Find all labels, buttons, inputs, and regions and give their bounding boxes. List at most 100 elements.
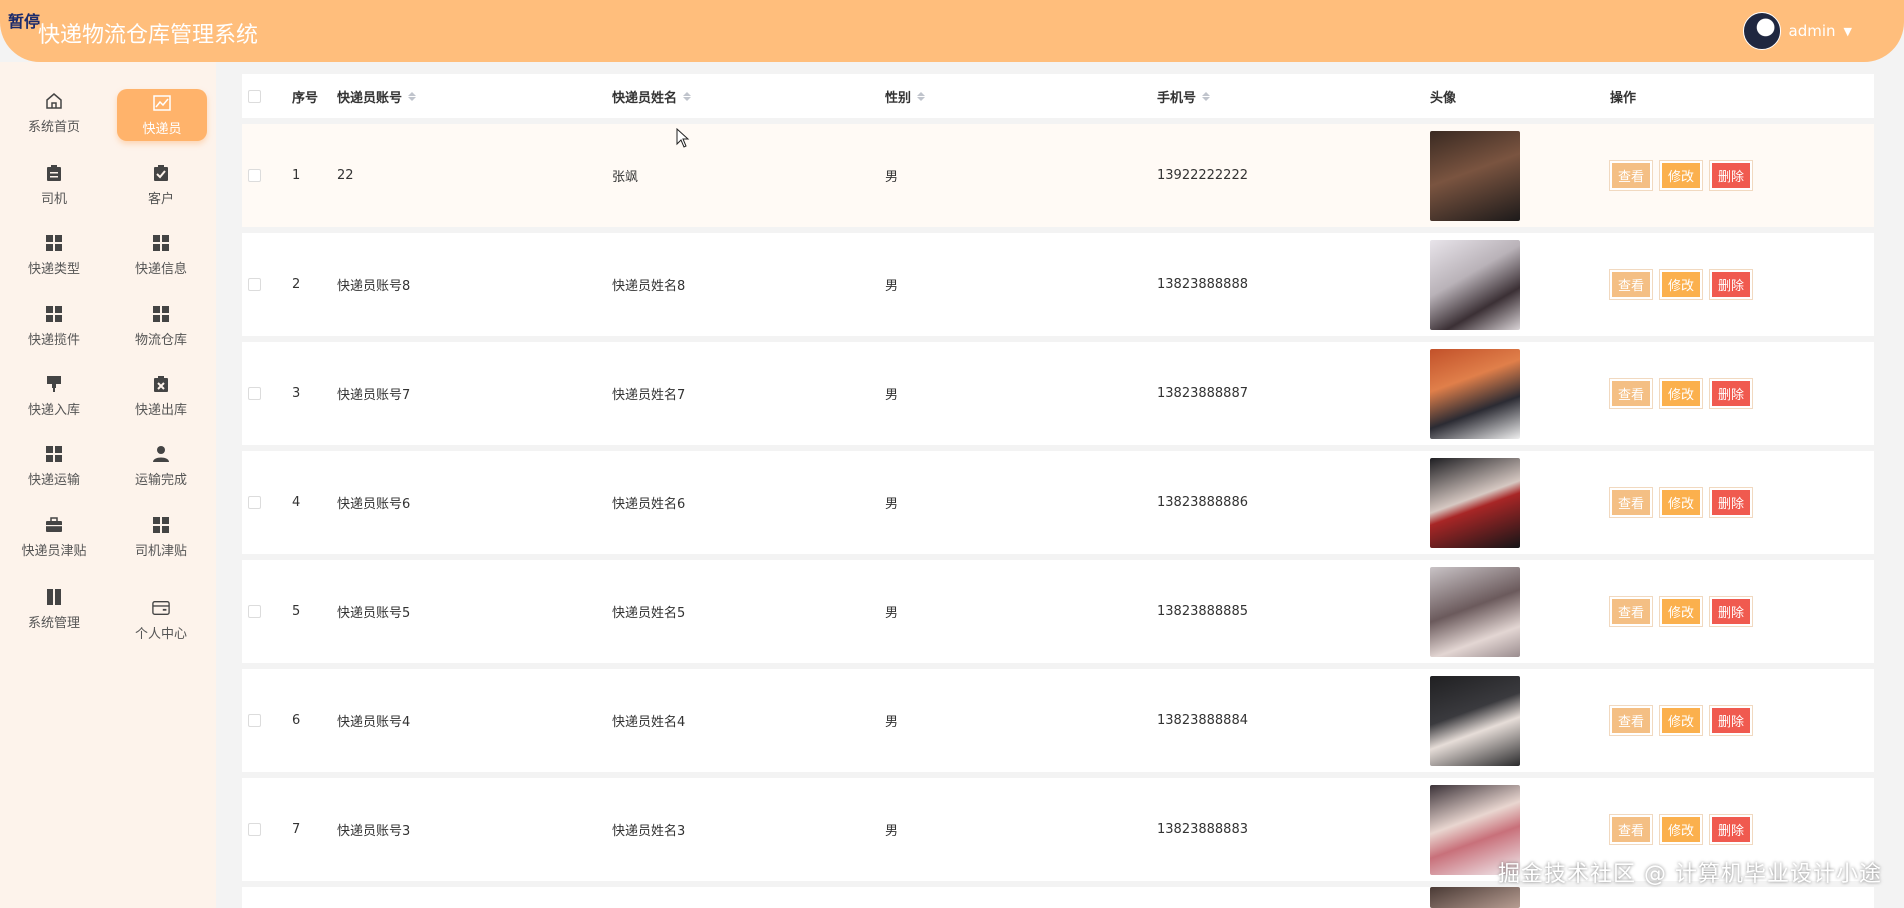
sidebar-item-driver[interactable]: 司机 — [9, 157, 99, 213]
sidebar-item-home[interactable]: 系统首页 — [9, 85, 99, 141]
cell-account: 快递员账号6 — [337, 497, 411, 512]
user-menu[interactable]: admin ▼ — [1742, 12, 1852, 50]
header-phone[interactable]: 手机号 — [1157, 87, 1211, 106]
cell-account: 快递员账号4 — [337, 715, 411, 730]
row-checkbox[interactable] — [248, 342, 261, 445]
cell-name: 快递员姓名5 — [612, 606, 686, 621]
cell-index: 6 — [292, 713, 301, 728]
briefcase-icon — [45, 516, 63, 534]
cell-avatar — [1430, 233, 1520, 336]
cell-actions: 查看 修改 删除 — [1610, 233, 1760, 336]
header-account[interactable]: 快递员账号 — [337, 87, 417, 106]
grid-icon — [45, 445, 63, 463]
home-icon — [45, 92, 63, 110]
edit-button[interactable]: 修改 — [1660, 379, 1703, 408]
delete-button[interactable]: 删除 — [1710, 161, 1753, 190]
sidebar-item-label: 物流仓库 — [134, 332, 187, 348]
cell-gender: 男 — [885, 388, 899, 403]
cell-phone: 13922222222 — [1157, 168, 1248, 183]
delete-button[interactable]: 删除 — [1710, 706, 1753, 735]
sidebar-item-label: 快递运输 — [27, 472, 80, 488]
sort-icon[interactable] — [683, 91, 692, 101]
edit-button[interactable]: 修改 — [1660, 815, 1703, 844]
cell-index: 3 — [292, 386, 301, 401]
user-avatar[interactable] — [1742, 12, 1781, 50]
sidebar-item-warehouse[interactable]: 物流仓库 — [116, 298, 206, 354]
cell-avatar — [1430, 451, 1520, 554]
cell-phone: 13823888884 — [1157, 713, 1248, 728]
sidebar-item-label: 运输完成 — [134, 472, 187, 488]
sidebar-item-transport[interactable]: 快递运输 — [9, 438, 99, 494]
cell-actions: 查看 修改 删除 — [1610, 124, 1760, 227]
cell-phone: 13823888886 — [1157, 495, 1248, 510]
sidebar-item-transport-done[interactable]: 运输完成 — [116, 438, 206, 494]
row-checkbox[interactable] — [248, 560, 261, 663]
sidebar-item-profile[interactable]: 个人中心 — [116, 592, 206, 648]
sidebar-item-label: 快递员 — [142, 121, 182, 137]
cell-gender: 男 — [885, 824, 899, 839]
sidebar-item-customer[interactable]: 客户 — [116, 157, 206, 213]
view-button[interactable]: 查看 — [1610, 379, 1653, 408]
row-checkbox[interactable] — [248, 124, 261, 227]
sidebar-item-courier[interactable]: 快递员 — [117, 89, 207, 141]
cell-name: 快递员姓名3 — [612, 824, 686, 839]
row-checkbox[interactable] — [248, 233, 261, 336]
delete-button[interactable]: 删除 — [1710, 488, 1753, 517]
cell-name: 快递员姓名6 — [612, 497, 686, 512]
delete-button[interactable]: 删除 — [1710, 270, 1753, 299]
sidebar-item-stock-in[interactable]: 快递入库 — [9, 368, 99, 424]
sidebar-item-express-info[interactable]: 快递信息 — [116, 227, 206, 283]
delete-button[interactable]: 删除 — [1710, 597, 1753, 626]
grid-icon — [45, 234, 63, 252]
view-button[interactable]: 查看 — [1610, 706, 1653, 735]
sidebar-item-express-type[interactable]: 快递类型 — [9, 227, 99, 283]
cell-index: 5 — [292, 604, 301, 619]
avatar-photo — [1430, 675, 1520, 766]
select-all-checkbox[interactable] — [248, 89, 261, 103]
view-button[interactable]: 查看 — [1610, 597, 1653, 626]
cell-phone: 13823888885 — [1157, 604, 1248, 619]
view-button[interactable]: 查看 — [1610, 270, 1653, 299]
cell-account: 快递员账号8 — [337, 279, 411, 294]
edit-button[interactable]: 修改 — [1660, 597, 1703, 626]
sidebar-item-courier-allowance[interactable]: 快递员津贴 — [9, 509, 99, 565]
sort-icon[interactable] — [408, 91, 417, 101]
table-row — [242, 887, 1874, 908]
sort-icon[interactable] — [917, 91, 926, 101]
chevron-down-icon[interactable]: ▼ — [1844, 25, 1852, 38]
edit-button[interactable]: 修改 — [1660, 488, 1703, 517]
sort-icon[interactable] — [1202, 91, 1211, 101]
cell-actions: 查看 修改 删除 — [1610, 669, 1760, 772]
delete-button[interactable]: 删除 — [1710, 815, 1753, 844]
sidebar-item-system[interactable]: 系统管理 — [9, 581, 99, 637]
cell-account: 快递员账号3 — [337, 824, 411, 839]
edit-button[interactable]: 修改 — [1660, 161, 1703, 190]
row-checkbox[interactable] — [248, 778, 261, 881]
header-actions: 操作 — [1610, 90, 1637, 106]
cell-index: 4 — [292, 495, 301, 510]
sidebar-item-label: 快递出库 — [134, 402, 187, 418]
sidebar-item-label: 快递员津贴 — [21, 543, 87, 559]
brush-icon — [45, 375, 63, 393]
edit-button[interactable]: 修改 — [1660, 706, 1703, 735]
sidebar-item-stock-out[interactable]: 快递出库 — [116, 368, 206, 424]
sidebar-item-driver-allowance[interactable]: 司机津贴 — [116, 509, 206, 565]
view-button[interactable]: 查看 — [1610, 488, 1653, 517]
username[interactable]: admin — [1789, 22, 1836, 40]
cell-actions: 查看 修改 删除 — [1610, 451, 1760, 554]
sidebar-item-pickup[interactable]: 快递揽件 — [9, 298, 99, 354]
row-checkbox[interactable] — [248, 669, 261, 772]
sidebar-item-label: 快递揽件 — [27, 332, 80, 348]
view-button[interactable]: 查看 — [1610, 161, 1653, 190]
edit-button[interactable]: 修改 — [1660, 270, 1703, 299]
row-checkbox[interactable] — [248, 451, 261, 554]
header-gender[interactable]: 性别 — [885, 87, 926, 106]
header-name[interactable]: 快递员姓名 — [612, 87, 692, 106]
cell-gender: 男 — [885, 715, 899, 730]
cell-avatar — [1430, 887, 1520, 908]
person-icon — [152, 445, 170, 463]
delete-button[interactable]: 删除 — [1710, 379, 1753, 408]
view-button[interactable]: 查看 — [1610, 815, 1653, 844]
cell-phone: 13823888883 — [1157, 822, 1248, 837]
sidebar-item-label: 客户 — [147, 191, 174, 207]
